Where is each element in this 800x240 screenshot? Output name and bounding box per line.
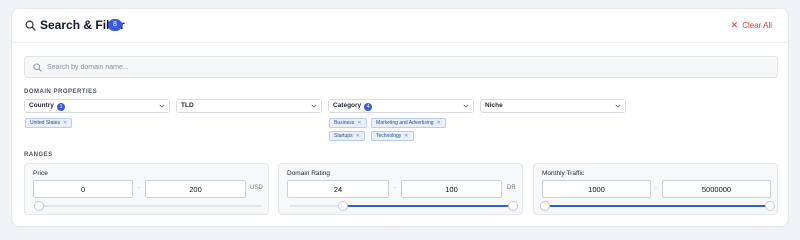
monthly-traffic-min-input[interactable] [542, 180, 651, 198]
country-select-label: Country [29, 102, 54, 109]
remove-chip-icon[interactable]: ✕ [404, 133, 408, 139]
chip-technology: Technology ✕ [371, 131, 414, 141]
chip-united-states: United States ✕ [25, 118, 73, 128]
range-separator: - [138, 185, 140, 191]
domain-properties-heading: DOMAIN PROPERTIES [24, 89, 98, 95]
remove-chip-icon[interactable]: ✕ [357, 120, 361, 126]
category-select[interactable]: Category 4 [328, 99, 474, 113]
remove-chip-icon[interactable]: ✕ [63, 120, 67, 126]
price-slider-track[interactable] [39, 205, 262, 207]
domain-rating-unit: DR [507, 185, 516, 191]
close-icon: ✕ [730, 20, 739, 30]
clear-all-button[interactable]: ✕ Clear All [731, 20, 772, 31]
panel-header: Search & Filter 8 ✕ Clear All [12, 9, 788, 43]
tld-select-label: TLD [181, 102, 194, 109]
chip-label: Technology [376, 133, 402, 139]
chip-marketing-and-advertising: Marketing and Advertising ✕ [371, 118, 446, 128]
chip-label: Marketing and Advertising [376, 120, 434, 126]
chip-startups: Startups ✕ [329, 131, 365, 141]
chip-business: Business ✕ [329, 118, 367, 128]
ranges-heading: RANGES [24, 152, 53, 158]
price-min-input[interactable] [33, 180, 133, 198]
range-separator: - [394, 185, 396, 191]
remove-chip-icon[interactable]: ✕ [356, 133, 360, 139]
search-filter-panel: Search & Filter 8 ✕ Clear All DOMAIN PRO… [11, 8, 789, 227]
price-range: Price - USD [24, 163, 269, 215]
monthly-traffic-range: Monthly Traffic - [533, 163, 778, 215]
monthly-traffic-slider-fill [545, 205, 770, 207]
chevron-down-icon [615, 104, 621, 108]
monthly-traffic-max-input[interactable] [662, 180, 771, 198]
niche-select[interactable]: Niche [480, 99, 626, 113]
domain-rating-slider-min-thumb[interactable] [337, 201, 348, 211]
domain-rating-slider-track[interactable] [289, 205, 513, 207]
monthly-traffic-slider-track[interactable] [545, 205, 770, 207]
tld-select[interactable]: TLD [176, 99, 322, 113]
monthly-traffic-slider-max-thumb[interactable] [765, 201, 775, 211]
search-bar [24, 56, 778, 78]
price-max-input[interactable] [145, 180, 246, 198]
chevron-down-icon [463, 104, 469, 108]
price-range-label: Price [33, 170, 48, 177]
clear-all-label: Clear All [742, 21, 772, 30]
domain-rating-slider-fill [342, 205, 513, 207]
active-filters-badge: 8 [108, 19, 122, 31]
domain-rating-slider-max-thumb[interactable] [508, 201, 518, 211]
monthly-traffic-label: Monthly Traffic [542, 170, 585, 177]
monthly-traffic-slider-min-thumb[interactable] [540, 201, 550, 211]
chip-label: Business [334, 120, 355, 126]
domain-rating-max-input[interactable] [401, 180, 502, 198]
country-select[interactable]: Country 1 [24, 99, 170, 113]
chevron-down-icon [311, 104, 317, 108]
niche-select-label: Niche [485, 102, 503, 109]
domain-search-input[interactable] [47, 57, 767, 77]
domain-rating-range: Domain Rating - DR [278, 163, 523, 215]
remove-chip-icon[interactable]: ✕ [437, 120, 441, 126]
category-count-badge: 4 [364, 103, 372, 111]
country-count-badge: 1 [57, 103, 65, 111]
domain-rating-min-input[interactable] [287, 180, 389, 198]
chevron-down-icon [159, 104, 165, 108]
domain-rating-label: Domain Rating [287, 170, 330, 177]
search-icon [33, 63, 42, 72]
range-separator: - [655, 185, 657, 191]
price-unit: USD [250, 185, 263, 191]
price-slider-min-thumb[interactable] [34, 201, 44, 211]
chip-label: United States [30, 120, 61, 126]
chip-label: Startups [334, 133, 353, 139]
search-icon [25, 20, 36, 31]
category-select-label: Category [333, 102, 362, 109]
